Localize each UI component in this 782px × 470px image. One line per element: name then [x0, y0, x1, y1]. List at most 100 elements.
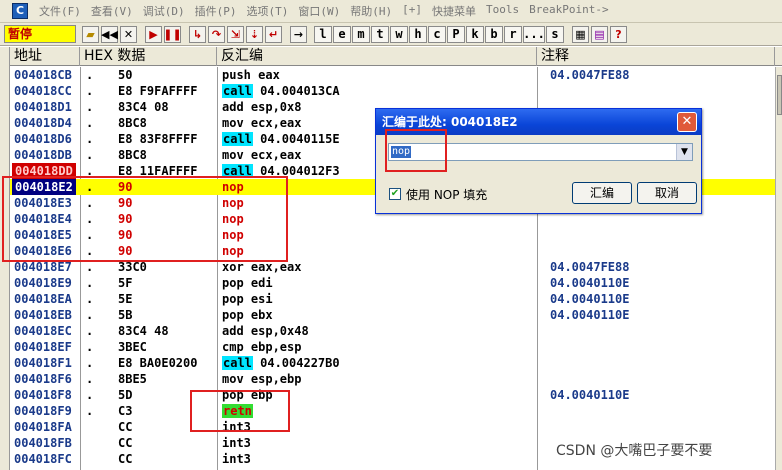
- window-button[interactable]: h: [409, 25, 427, 43]
- column-hex[interactable]: HEX 数据: [80, 47, 217, 66]
- help-icon[interactable]: ?: [610, 25, 627, 43]
- menu-item[interactable]: 选项(T): [242, 3, 294, 19]
- rewind-icon[interactable]: ◀◀: [101, 25, 118, 43]
- table-row[interactable]: 004018F8. 5D pop ebp 04.0040110E: [10, 387, 775, 403]
- window-button[interactable]: e: [333, 25, 351, 43]
- disasm-text: 04.004227B0: [252, 356, 340, 370]
- trace-over-icon[interactable]: ⇣: [246, 25, 263, 43]
- window-button[interactable]: k: [466, 25, 484, 43]
- table-row[interactable]: 004018E5. 90 nop: [10, 227, 775, 243]
- disasm-text: 04.004013CA: [252, 84, 340, 98]
- retn-keyword: retn: [222, 404, 253, 418]
- address-cell: 004018E3: [14, 196, 72, 210]
- menu-item[interactable]: 文件(F): [34, 3, 86, 19]
- window-button[interactable]: t: [371, 25, 389, 43]
- disasm-text: push eax: [222, 68, 280, 82]
- disasm-text: int3: [222, 436, 251, 450]
- call-keyword: call: [222, 84, 253, 98]
- address-cell: 004018EA: [14, 292, 72, 306]
- table-row[interactable]: 004018E7. 33C0 xor eax,eax 04.0047FE88: [10, 259, 775, 275]
- table-row[interactable]: 004018F9. C3 retn: [10, 403, 775, 419]
- trace-into-icon[interactable]: ⇲: [227, 25, 244, 43]
- window-button[interactable]: m: [352, 25, 370, 43]
- marker-cell: .: [86, 260, 94, 274]
- table-row[interactable]: 004018F6. 8BE5 mov esp,ebp: [10, 371, 775, 387]
- hex-cell: 90: [118, 180, 133, 194]
- disasm-cell: nop: [222, 243, 244, 259]
- window-button[interactable]: s: [546, 25, 564, 43]
- table-row[interactable]: 004018E6. 90 nop: [10, 243, 775, 259]
- marker-cell: .: [86, 116, 94, 130]
- disasm-cell: pop ebx: [222, 307, 273, 323]
- hex-cell: 90: [118, 212, 133, 226]
- window-button[interactable]: c: [428, 25, 446, 43]
- menu-item[interactable]: [+]: [397, 3, 427, 19]
- table-row[interactable]: 004018EC. 83C4 48 add esp,0x48: [10, 323, 775, 339]
- column-comment[interactable]: 注释: [537, 47, 775, 66]
- table-row[interactable]: 004018CB. 50 push eax 04.0047FE88: [10, 67, 775, 83]
- window-button[interactable]: w: [390, 25, 408, 43]
- column-disasm[interactable]: 反汇编: [217, 47, 537, 66]
- close-icon[interactable]: ✕: [677, 112, 697, 132]
- hex-cell: 90: [118, 228, 133, 242]
- menu-item[interactable]: 快捷菜单: [427, 3, 481, 19]
- disasm-cell: int3: [222, 435, 251, 451]
- menu-item[interactable]: 调试(D): [138, 3, 190, 19]
- window-button[interactable]: P: [447, 25, 465, 43]
- pause-icon[interactable]: ❚❚: [163, 25, 182, 43]
- disasm-text: nop: [222, 180, 244, 194]
- address-cell: 004018DD: [12, 163, 76, 179]
- execute-till-return-icon[interactable]: ↵: [265, 25, 282, 43]
- table-row[interactable]: 004018FA CC int3: [10, 419, 775, 435]
- window-button[interactable]: r: [504, 25, 522, 43]
- hex-cell: 83C4 08: [118, 100, 169, 114]
- run-icon[interactable]: ▶: [145, 25, 162, 43]
- table-row[interactable]: 004018EF. 3BEC cmp ebp,esp: [10, 339, 775, 355]
- cancel-button[interactable]: 取消: [637, 182, 697, 204]
- table-row[interactable]: 004018E9. 5F pop edi 04.0040110E: [10, 275, 775, 291]
- hex-cell: 5F: [118, 276, 133, 290]
- column-address[interactable]: 地址: [10, 47, 80, 66]
- disasm-cell: nop: [222, 211, 244, 227]
- window-button[interactable]: ...: [523, 25, 545, 43]
- marker-cell: .: [86, 324, 94, 338]
- options-icon[interactable]: ▦: [572, 25, 589, 43]
- call-keyword: call: [222, 356, 253, 370]
- windows-icon[interactable]: ▤: [591, 25, 608, 43]
- window-button[interactable]: l: [314, 25, 332, 43]
- disasm-text: int3: [222, 452, 251, 466]
- table-row[interactable]: 004018EA. 5E pop esi 04.0040110E: [10, 291, 775, 307]
- window-button[interactable]: b: [485, 25, 503, 43]
- menu-item[interactable]: 帮助(H): [345, 3, 397, 19]
- open-icon[interactable]: ▰: [82, 25, 99, 43]
- step-over-icon[interactable]: ↷: [208, 25, 225, 43]
- address-cell: 004018E5: [14, 228, 72, 242]
- marker-cell: .: [86, 388, 94, 402]
- nop-fill-checkbox[interactable]: ✔: [389, 188, 401, 200]
- scroll-thumb[interactable]: [777, 75, 782, 115]
- step-into-icon[interactable]: ↳: [189, 25, 206, 43]
- close-process-icon[interactable]: ✕: [120, 25, 137, 43]
- hex-cell: CC: [118, 452, 133, 466]
- menu-item[interactable]: 插件(P): [190, 3, 242, 19]
- menu-item[interactable]: 窗口(W): [293, 3, 345, 19]
- menu-item[interactable]: BreakPoint->: [524, 3, 613, 19]
- goto-icon[interactable]: →: [290, 25, 307, 43]
- address-cell: 004018EB: [14, 308, 72, 322]
- column-header: 地址 HEX 数据 反汇编 注释: [0, 47, 782, 66]
- marker-cell: .: [86, 228, 94, 242]
- assemble-input[interactable]: nop ▼: [388, 143, 693, 161]
- marker-cell: .: [86, 340, 94, 354]
- menu-item[interactable]: 查看(V): [86, 3, 138, 19]
- comment-cell: 04.0040110E: [550, 292, 630, 306]
- menu-item[interactable]: Tools: [481, 3, 524, 19]
- vertical-scrollbar[interactable]: [775, 67, 782, 470]
- table-row[interactable]: 004018F1. E8 BA0E0200 call 04.004227B0: [10, 355, 775, 371]
- chevron-down-icon[interactable]: ▼: [676, 144, 692, 160]
- table-row[interactable]: 004018EB. 5B pop ebx 04.0040110E: [10, 307, 775, 323]
- app-icon: C: [12, 3, 28, 19]
- table-row[interactable]: 004018CC. E8 F9FAFFFF call 04.004013CA: [10, 83, 775, 99]
- toolbar: 暂停 ▰ ◀◀ ✕ ▶ ❚❚ ↳ ↷ ⇲ ⇣ ↵ → l e m t w h c Pk b r..…: [0, 23, 782, 46]
- assemble-button[interactable]: 汇编: [572, 182, 632, 204]
- disasm-text: xor eax,eax: [222, 260, 302, 274]
